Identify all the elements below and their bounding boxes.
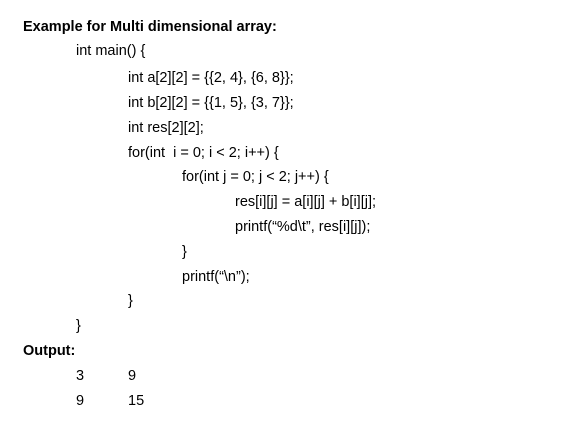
code-line-close-inner: }: [182, 244, 187, 260]
code-line-decl-res: int res[2][2];: [128, 120, 204, 136]
code-line-for-inner: for(int j = 0; j < 2; j++) {: [182, 169, 329, 185]
output-cell: 3: [76, 368, 85, 384]
output-cell: 15: [128, 393, 145, 409]
code-line-decl-b: int b[2][2] = {{1, 5}, {3, 7}};: [128, 95, 294, 111]
code-line-main-open: int main() {: [76, 43, 146, 59]
code-line-printf-newline: printf(“\n”);: [182, 269, 250, 285]
code-line-printf-value: printf(“%d\t”, res[i][j]);: [235, 219, 371, 235]
output-cell: 9: [128, 368, 137, 384]
code-line-close-main: }: [76, 318, 81, 334]
code-line-assign: res[i][j] = a[i][j] + b[i][j];: [235, 194, 377, 210]
section-heading: Example for Multi dimensional array:: [23, 19, 277, 35]
output-heading: Output:: [23, 343, 76, 359]
code-line-close-outer: }: [128, 293, 133, 309]
code-line-decl-a: int a[2][2] = {{2, 4}, {6, 8}};: [128, 70, 294, 86]
code-line-for-outer: for(int i = 0; i < 2; i++) {: [128, 145, 279, 161]
output-cell: 9: [76, 393, 85, 409]
